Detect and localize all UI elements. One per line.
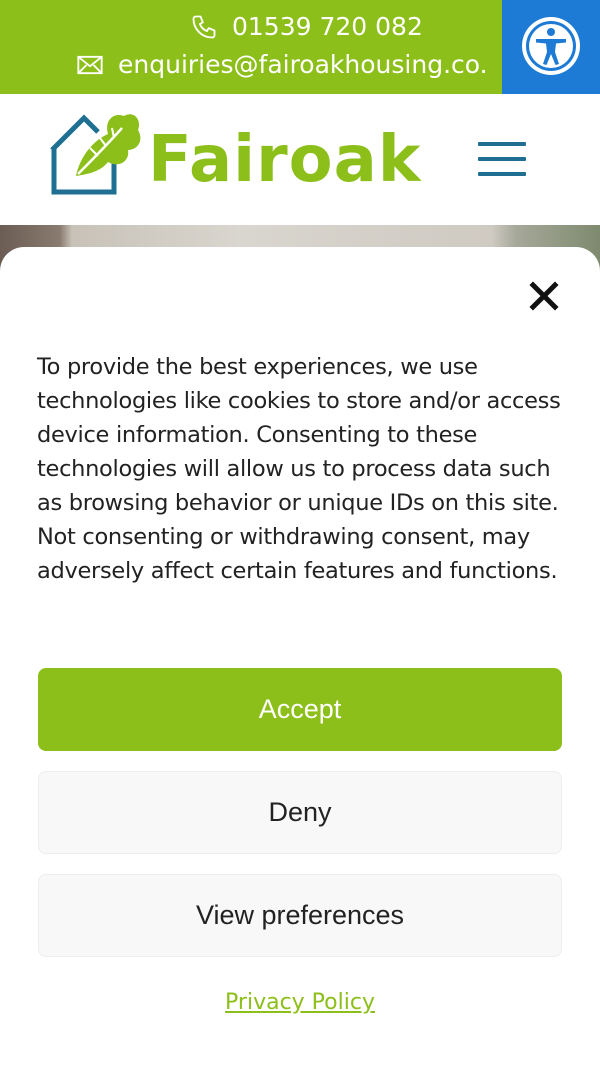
deny-button[interactable]: Deny bbox=[38, 771, 562, 854]
email-address: enquiries@fairoakhousing.co. bbox=[118, 50, 488, 79]
phone-icon bbox=[190, 13, 218, 41]
view-preferences-button[interactable]: View preferences bbox=[38, 874, 562, 957]
logo-text: Fairoak bbox=[148, 123, 422, 197]
phone-number: 01539 720 082 bbox=[232, 12, 423, 41]
accessibility-button[interactable] bbox=[502, 0, 600, 96]
phone-link[interactable]: 01539 720 082 bbox=[190, 12, 423, 41]
privacy-policy-link[interactable]: Privacy Policy bbox=[0, 990, 600, 1015]
email-link[interactable]: enquiries@fairoakhousing.co. bbox=[76, 50, 488, 79]
accessibility-icon bbox=[520, 15, 582, 82]
house-leaf-icon bbox=[50, 114, 141, 195]
menu-bar bbox=[478, 142, 526, 146]
consent-message: To provide the best experiences, we use … bbox=[37, 354, 561, 584]
hamburger-menu-icon[interactable] bbox=[478, 142, 526, 176]
menu-bar bbox=[478, 157, 526, 161]
envelope-icon bbox=[76, 51, 104, 79]
contact-bar: 01539 720 082 enquiries@fairoakhousing.c… bbox=[0, 0, 600, 96]
close-icon[interactable] bbox=[526, 278, 562, 314]
accept-button[interactable]: Accept bbox=[38, 668, 562, 751]
site-header: Fairoak bbox=[0, 94, 600, 225]
menu-bar bbox=[478, 172, 526, 176]
fairoak-logo[interactable]: Fairoak bbox=[50, 110, 421, 196]
